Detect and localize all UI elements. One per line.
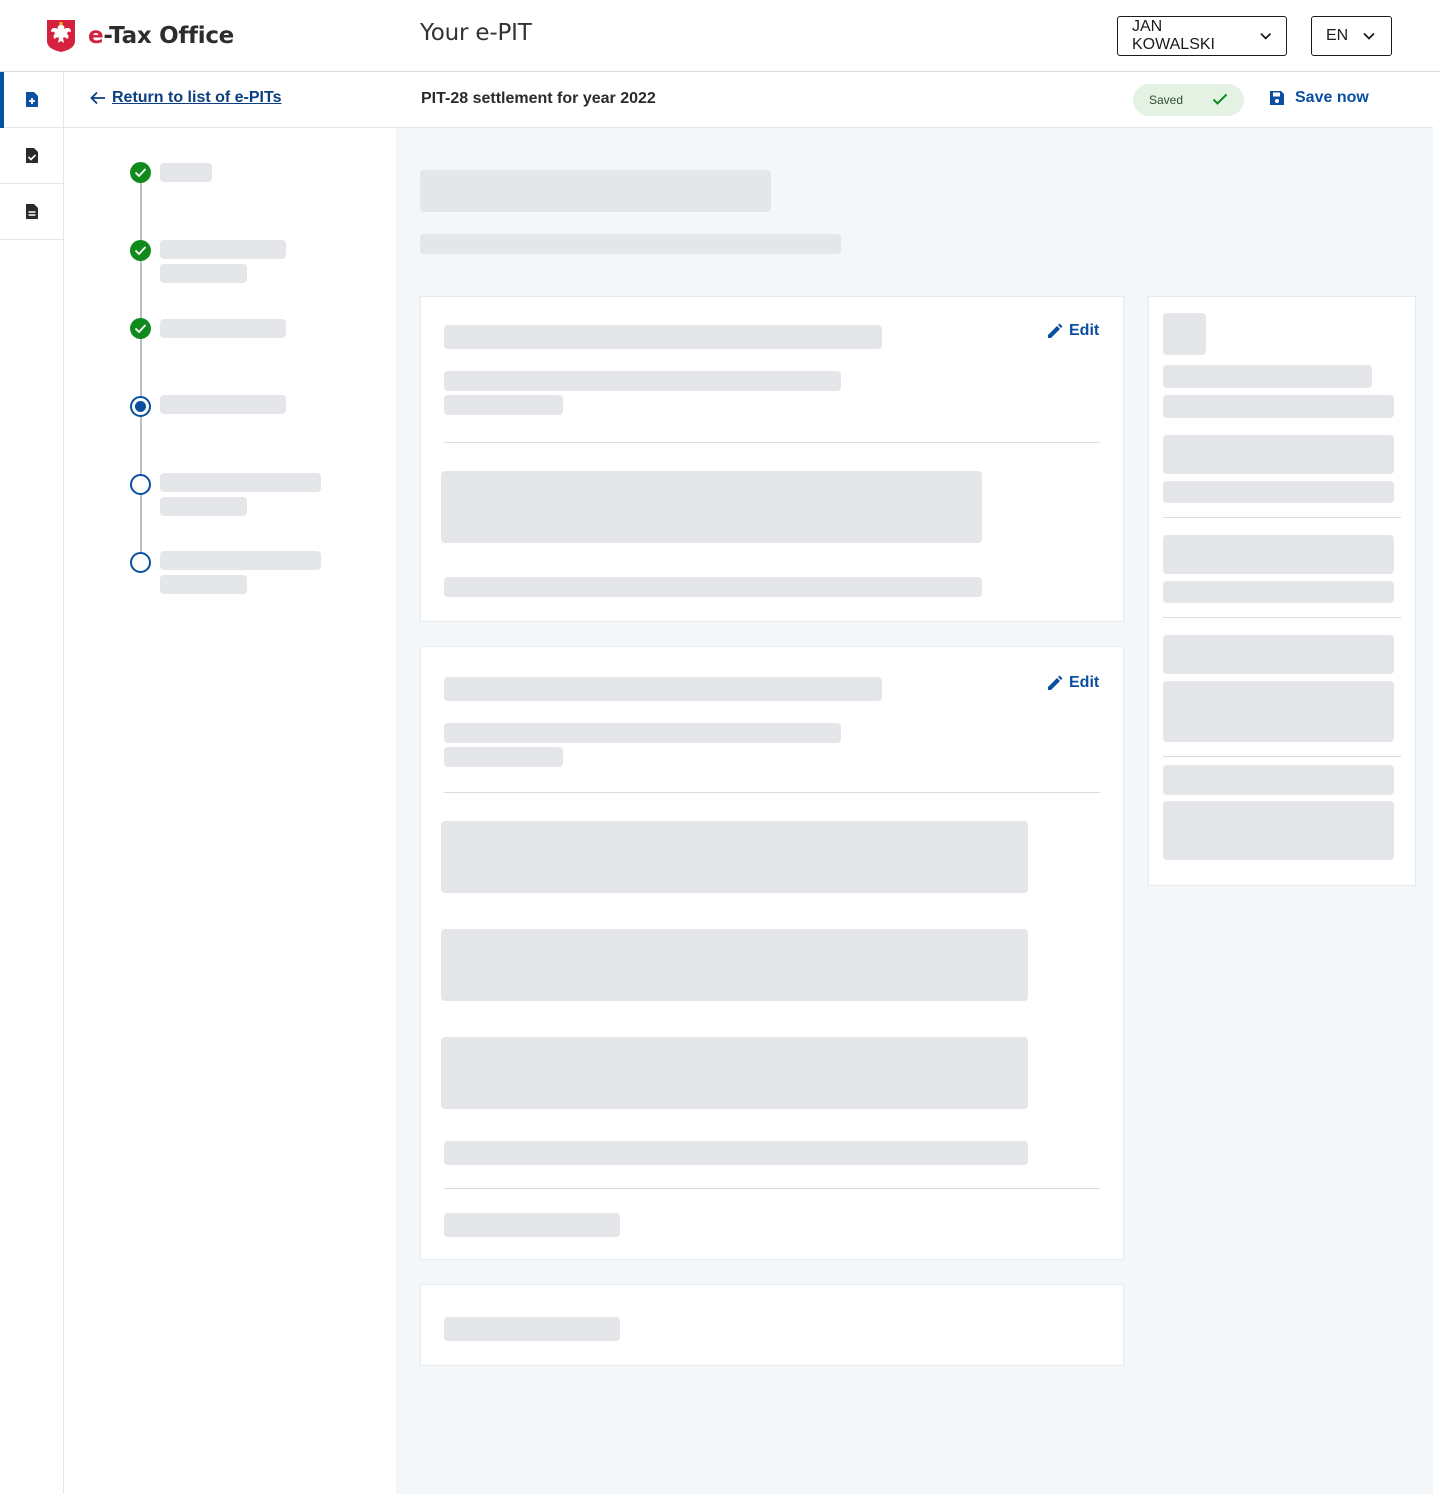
text-line-placeholder [444, 747, 563, 767]
step-pending-icon [130, 552, 151, 573]
section-title-placeholder [444, 325, 882, 349]
arrow-left-icon [90, 91, 105, 105]
text-line-placeholder [444, 1317, 620, 1341]
content-block-placeholder [1163, 535, 1394, 574]
page-title-placeholder [420, 170, 771, 212]
section-divider [1163, 617, 1401, 618]
language-select[interactable]: EN [1311, 16, 1392, 56]
edit-button[interactable]: Edit [1046, 674, 1099, 692]
step-label-placeholder [160, 395, 286, 414]
content-block-placeholder [441, 1037, 1028, 1109]
step-current-icon [130, 396, 151, 417]
stepper-connector-line [140, 172, 142, 562]
text-line-placeholder [444, 371, 841, 391]
edit-button[interactable]: Edit [1046, 322, 1099, 340]
step-pending-icon [130, 474, 151, 495]
document-check-icon [26, 148, 38, 163]
step-label-placeholder [160, 264, 247, 283]
step-completed-icon [130, 240, 151, 261]
return-to-list-link[interactable]: Return to list of e-PITs [90, 89, 281, 107]
text-line-placeholder [444, 395, 563, 415]
user-select[interactable]: JAN KOWALSKI [1117, 16, 1287, 56]
content-block-placeholder [1163, 635, 1394, 674]
rail-item-documents[interactable] [0, 184, 64, 240]
step-label-placeholder [160, 575, 247, 594]
saved-status-label: Saved [1149, 93, 1184, 107]
text-line-placeholder [1163, 581, 1394, 603]
save-now-label: Save now [1295, 89, 1369, 106]
return-link-label: Return to list of e-PITs [112, 89, 282, 106]
summary-sidebar-card [1148, 296, 1416, 886]
step-label-placeholder [160, 319, 286, 338]
content-block-placeholder [1163, 801, 1394, 860]
step-completed-icon [130, 162, 151, 183]
pencil-icon [1048, 323, 1063, 338]
floppy-disk-icon [1270, 91, 1284, 105]
summary-section-card: Edit [420, 296, 1124, 622]
document-subheader: Return to list of e-PITs PIT-28 settleme… [64, 72, 1433, 128]
section-divider [1163, 756, 1401, 757]
rail-item-new-document[interactable] [0, 72, 64, 128]
step-label-placeholder [160, 240, 286, 259]
content-block-placeholder [1163, 435, 1394, 474]
user-select-label: JAN KOWALSKI [1132, 18, 1215, 53]
text-line-placeholder [1163, 481, 1394, 503]
text-line-placeholder [444, 577, 982, 597]
rail-item-checked-document[interactable] [0, 128, 64, 184]
polish-eagle-emblem-icon [46, 19, 76, 53]
step-label-placeholder [160, 473, 321, 492]
page-heading: Your e-PIT [420, 20, 532, 46]
text-line-placeholder [1163, 365, 1372, 388]
content-block-placeholder [441, 929, 1028, 1001]
text-line-placeholder [1163, 395, 1394, 418]
text-line-placeholder [444, 1141, 1028, 1165]
check-icon [1212, 93, 1228, 105]
section-divider [1163, 517, 1401, 518]
chevron-down-icon [1259, 32, 1271, 40]
saved-status-badge: Saved [1133, 84, 1244, 116]
language-select-label: EN [1326, 27, 1349, 44]
step-label-placeholder [160, 163, 212, 182]
step-completed-icon [130, 318, 151, 339]
icon-placeholder [1163, 313, 1206, 355]
section-divider [444, 1188, 1100, 1189]
save-now-button[interactable]: Save now [1269, 89, 1369, 107]
document-title: PIT-28 settlement for year 2022 [421, 90, 656, 107]
progress-stepper [64, 128, 396, 1494]
footer-section-card [420, 1284, 1124, 1366]
text-line-placeholder [444, 1213, 620, 1237]
content-block-placeholder [1163, 765, 1394, 795]
edit-button-label: Edit [1069, 322, 1100, 339]
section-divider [444, 442, 1100, 443]
document-add-icon [26, 92, 38, 107]
section-title-placeholder [444, 677, 882, 701]
text-line-placeholder [444, 723, 841, 743]
side-rail [0, 72, 64, 1494]
edit-button-label: Edit [1069, 674, 1100, 691]
content-block-placeholder [441, 471, 982, 543]
content-block-placeholder [441, 821, 1028, 893]
step-label-placeholder [160, 551, 321, 570]
chevron-down-icon [1363, 32, 1375, 40]
step-label-placeholder [160, 497, 247, 516]
content-block-placeholder [1163, 681, 1394, 742]
top-bar: e-Tax Office Your e-PIT JAN KOWALSKI EN [0, 0, 1440, 72]
page-subtitle-placeholder [420, 234, 841, 254]
brand-name: e-Tax Office [88, 23, 234, 49]
document-text-icon [26, 204, 38, 219]
brand-logo[interactable]: e-Tax Office [46, 18, 234, 54]
pencil-icon [1048, 675, 1063, 690]
details-section-card: Edit [420, 646, 1124, 1260]
main-content: Edit Edit [396, 128, 1433, 1494]
section-divider [444, 792, 1100, 793]
